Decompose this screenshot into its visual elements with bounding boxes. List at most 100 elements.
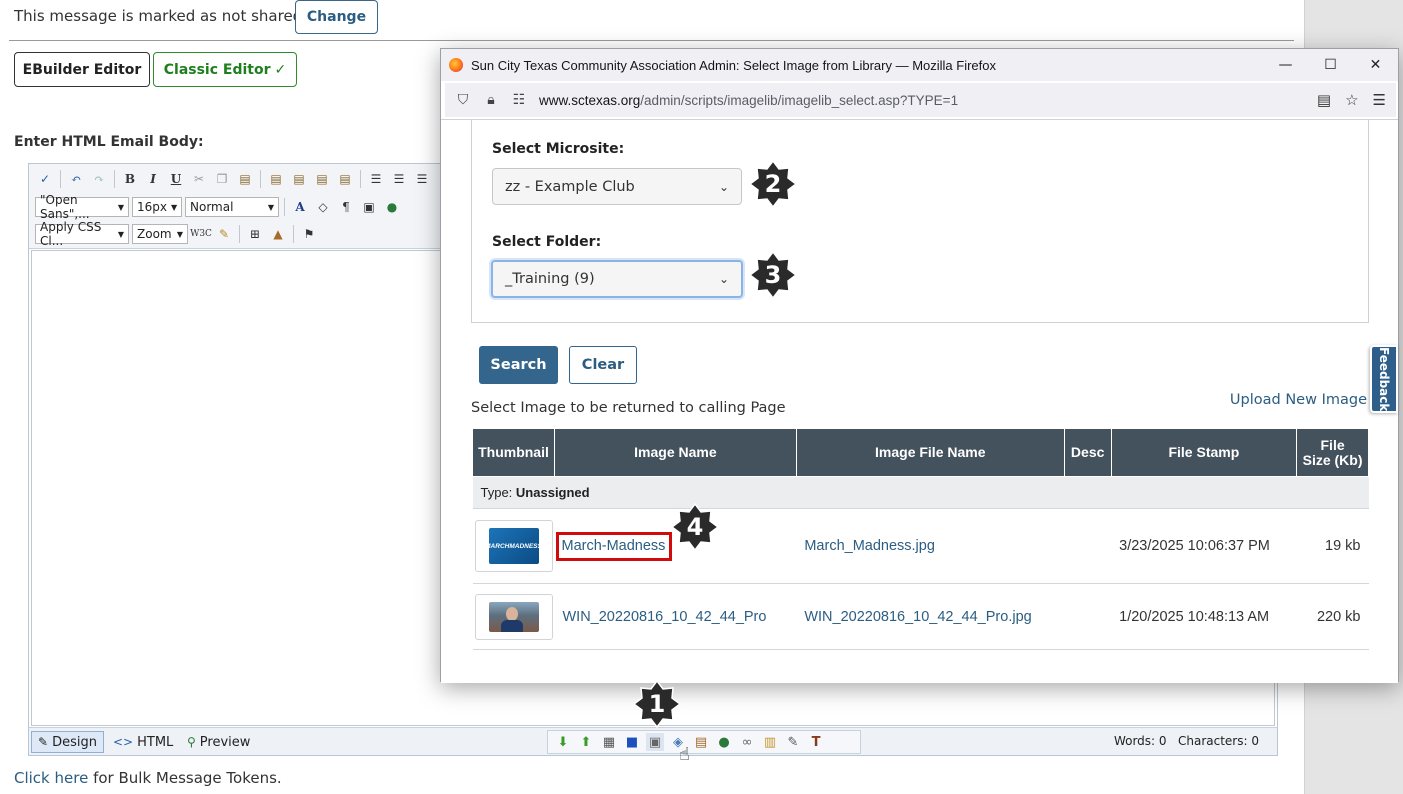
font-family-select[interactable]: "Open Sans",... ▼ [35, 193, 129, 221]
table-row[interactable]: WIN_20220816_10_42_44_Pro WIN_20220816_1… [472, 583, 1369, 650]
insert-template-icon[interactable]: ▤ [692, 733, 710, 751]
font-size-value: 16px [137, 200, 167, 214]
feedback-tab[interactable]: Feedback [1370, 345, 1398, 413]
paste-text-icon[interactable]: ▤ [289, 169, 309, 189]
minimize-icon[interactable]: — [1263, 49, 1308, 81]
classic-editor-button[interactable]: Classic Editor ✓ [153, 52, 297, 87]
dropdown-arrow-icon: ▼ [171, 202, 178, 212]
italic-icon[interactable]: I [143, 169, 163, 189]
ebuilder-editor-button[interactable]: EBuilder Editor [14, 52, 150, 87]
design-mode-label: Design [52, 734, 97, 750]
column-header-image-name[interactable]: Image Name [553, 428, 797, 477]
table-row[interactable]: MARCH MADNESS March-Madness March_Madness… [472, 508, 1369, 584]
toolbar-separator [360, 170, 361, 188]
page-properties-icon[interactable]: ▲ [268, 224, 288, 244]
format-painter-icon[interactable]: ✎ [214, 224, 234, 244]
copy-icon[interactable]: ❐ [212, 169, 232, 189]
align-left-icon[interactable]: ☰ [389, 169, 409, 189]
bulk-tokens-link[interactable]: Click here [14, 769, 88, 787]
design-mode-tab[interactable]: ✎ Design [31, 731, 104, 753]
paste-html-icon[interactable]: ▤ [312, 169, 332, 189]
pencil-icon: ✎ [38, 735, 49, 749]
classic-editor-label: Classic Editor [163, 61, 271, 78]
font-color-icon[interactable]: A [290, 197, 310, 217]
column-header-desc[interactable]: Desc [1063, 428, 1112, 477]
highlight-color-icon[interactable]: ◇ [313, 197, 333, 217]
redo-icon[interactable]: ↷ [89, 169, 109, 189]
align-center-icon[interactable]: ☰ [412, 169, 432, 189]
reader-view-icon[interactable]: ▤ [1317, 91, 1331, 109]
insert-link-icon[interactable]: ● [715, 733, 733, 751]
zoom-select[interactable]: Zoom ▼ [132, 224, 188, 244]
upload-new-image-link[interactable]: Upload New Image [1230, 392, 1367, 408]
column-header-file-size[interactable]: File Size (Kb) [1296, 428, 1369, 477]
html-mode-label: HTML [137, 734, 174, 750]
insert-toolbar: ⬇ ⬆ ▦ ■ ▣ ◈ ▤ ● ∞ ▥ ✎ T [547, 730, 861, 754]
move-up-icon[interactable]: ⬆ [577, 733, 595, 751]
thumbnail-cell[interactable]: MARCH MADNESS [472, 508, 555, 584]
change-button[interactable]: Change [295, 0, 378, 34]
paste-word-icon[interactable]: ▤ [266, 169, 286, 189]
folder-select[interactable]: _Training (9) ⌄ [491, 260, 743, 298]
thumbnail[interactable] [474, 593, 553, 640]
insert-form-icon[interactable]: ✎ [784, 733, 802, 751]
image-name-link[interactable]: March-Madness [561, 538, 665, 554]
permissions-icon[interactable]: ☷ [509, 92, 529, 108]
thumbnail-cell[interactable] [472, 583, 555, 650]
html-mode-tab[interactable]: <> HTML [107, 731, 179, 753]
css-class-select[interactable]: Apply CSS Cl... ▼ [35, 220, 129, 248]
toolbar-separator [284, 198, 285, 216]
column-header-file-stamp[interactable]: File Stamp [1110, 428, 1298, 477]
align-justify-icon[interactable]: ☰ [366, 169, 386, 189]
url-text[interactable]: www.sctexas.org/admin/scripts/imagelib/i… [539, 93, 958, 108]
column-header-file-name[interactable]: Image File Name [795, 428, 1065, 477]
image-name-link[interactable]: WIN_20220816_10_42_44_Pro [562, 609, 766, 625]
show-borders-icon[interactable]: ⊞ [245, 224, 265, 244]
insert-text-icon[interactable]: T [807, 733, 825, 751]
move-down-icon[interactable]: ⬇ [554, 733, 572, 751]
hyperlink-icon[interactable]: ● [382, 197, 402, 217]
bookmark-star-icon[interactable]: ☆ [1345, 91, 1358, 109]
special-char-icon[interactable]: ▣ [359, 197, 379, 217]
w3c-validate-icon[interactable]: W3C [190, 224, 212, 244]
underline-icon[interactable]: U [166, 169, 186, 189]
clear-button[interactable]: Clear [569, 346, 637, 384]
thumbnail-body [500, 619, 523, 632]
css-class-value: Apply CSS Cl... [40, 220, 102, 248]
file-name-link[interactable]: WIN_20220816_10_42_44_Pro.jpg [804, 609, 1031, 625]
file-name-link[interactable]: March_Madness.jpg [804, 538, 935, 554]
paragraph-format-select[interactable]: Normal ▼ [185, 197, 279, 217]
insert-document-icon[interactable]: ▥ [761, 733, 779, 751]
shield-icon[interactable]: ⛉ [453, 92, 473, 108]
dropdown-arrow-icon: ▼ [117, 202, 124, 212]
microsite-select[interactable]: zz - Example Club ⌄ [492, 168, 742, 205]
thumbnail[interactable]: MARCH MADNESS [474, 520, 553, 572]
url-host: www.sctexas.org [539, 92, 641, 108]
close-icon[interactable]: ✕ [1353, 49, 1398, 81]
maximize-icon[interactable]: ☐ [1308, 49, 1353, 81]
paste-clean-icon[interactable]: ▤ [335, 169, 355, 189]
menu-icon[interactable]: ☰ [1373, 91, 1386, 109]
cut-icon[interactable]: ✂ [189, 169, 209, 189]
insert-table-icon[interactable]: ▦ [600, 733, 618, 751]
paragraph-icon[interactable]: ¶ [336, 197, 356, 217]
undo-icon[interactable]: ↶ [66, 169, 86, 189]
insert-anchor-icon[interactable]: ∞ [738, 733, 756, 751]
column-header-thumbnail[interactable]: Thumbnail [472, 428, 555, 477]
address-bar[interactable]: ⛉ 🔒︎ ☷ www.sctexas.org/admin/scripts/ima… [445, 83, 1396, 117]
insert-image-icon[interactable]: ▣ [646, 733, 664, 751]
paragraph-format-value: Normal [190, 200, 234, 214]
bold-icon[interactable]: B [120, 169, 140, 189]
toolbar-row-1: ✓ ↶ ↷ B I U ✂ ❐ ▤ ▤ ▤ ▤ ▤ ☰ ☰ ☰ [35, 167, 432, 191]
font-size-select[interactable]: 16px ▼ [132, 197, 182, 217]
preview-mode-tab[interactable]: ⚲ Preview [181, 731, 256, 753]
file-name-cell: March_Madness.jpg [796, 508, 1065, 584]
search-button[interactable]: Search [479, 346, 558, 384]
spellcheck-icon[interactable]: ✓ [35, 169, 55, 189]
paste-icon[interactable]: ▤ [235, 169, 255, 189]
insert-video-icon[interactable]: ■ [623, 733, 641, 751]
lock-icon[interactable]: 🔒︎ [481, 92, 501, 108]
window-controls: — ☐ ✕ [1263, 49, 1398, 81]
cleanup-icon[interactable]: ⚑ [299, 224, 319, 244]
desc-cell [1064, 508, 1112, 584]
